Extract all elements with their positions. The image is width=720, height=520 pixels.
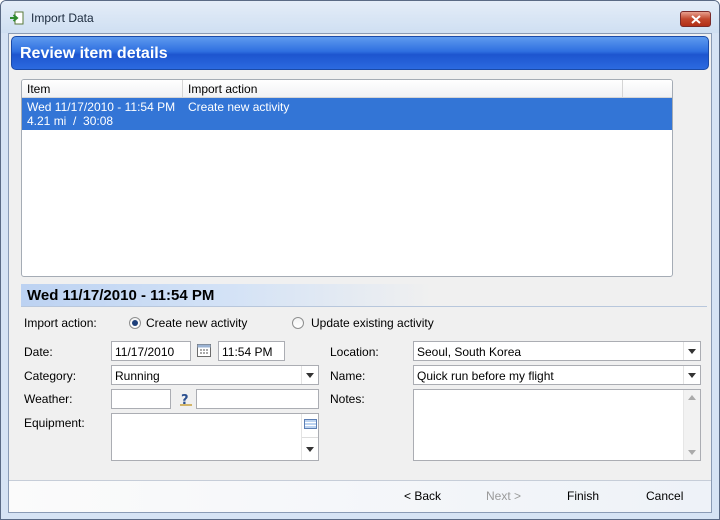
details-title: Wed 11/17/2010 - 11:54 PM <box>27 287 215 304</box>
dialog-client: Review item details Item Import action W… <box>8 33 712 513</box>
time-value: 11:54 PM <box>222 345 273 359</box>
page-title: Review item details <box>20 45 168 62</box>
svg-text:?: ? <box>181 393 189 406</box>
create-new-activity-radio[interactable] <box>129 317 141 329</box>
column-header-item[interactable]: Item <box>27 82 50 96</box>
category-label: Category: <box>24 369 77 383</box>
item-date-cell: Wed 11/17/2010 - 11:54 PM <box>27 100 176 114</box>
details-section-header: Wed 11/17/2010 - 11:54 PM <box>21 284 707 306</box>
chevron-down-icon[interactable] <box>306 447 314 452</box>
location-label: Location: <box>330 345 379 359</box>
chevron-down-icon[interactable] <box>301 366 318 384</box>
list-item[interactable]: Wed 11/17/2010 - 11:54 PM 4.21 mi / 30:0… <box>22 98 672 130</box>
notes-scrollbar[interactable] <box>683 390 700 460</box>
weather-label: Weather: <box>24 392 73 406</box>
chevron-down-icon[interactable] <box>683 366 700 384</box>
equipment-label: Equipment: <box>24 416 85 430</box>
cancel-button[interactable]: Cancel <box>646 489 683 503</box>
notes-textarea[interactable] <box>413 389 701 461</box>
time-field[interactable]: 11:54 PM <box>218 341 285 361</box>
update-existing-activity-label[interactable]: Update existing activity <box>311 316 434 330</box>
close-icon <box>691 15 701 24</box>
import-items-list[interactable]: Item Import action Wed 11/17/2010 - 11:5… <box>21 79 673 277</box>
title-bar[interactable]: Import Data <box>1 1 719 33</box>
weather-notes-field[interactable] <box>196 389 319 409</box>
column-header-import-action[interactable]: Import action <box>188 82 257 96</box>
equipment-list-icon[interactable] <box>304 419 317 429</box>
scroll-up-icon[interactable] <box>688 395 696 400</box>
update-existing-activity-radio[interactable] <box>292 317 304 329</box>
finish-button[interactable]: Finish <box>567 489 599 503</box>
category-select[interactable]: Running <box>111 365 319 385</box>
list-header: Item Import action <box>22 80 672 98</box>
name-label: Name: <box>330 369 366 383</box>
location-select[interactable]: Seoul, South Korea <box>413 341 701 361</box>
column-separator[interactable] <box>182 80 183 98</box>
location-value: Seoul, South Korea <box>417 345 522 359</box>
date-value: 11/17/2010 <box>115 345 175 359</box>
header-banner: Review item details <box>11 36 709 70</box>
scroll-down-icon[interactable] <box>688 450 696 455</box>
import-action-label: Import action: <box>24 316 97 330</box>
import-data-window: Import Data Review item details Item Imp… <box>0 0 720 520</box>
equipment-controls <box>301 414 318 460</box>
name-value: Quick run before my flight <box>417 369 554 383</box>
weather-temperature-field[interactable] <box>111 389 171 409</box>
close-button[interactable] <box>680 11 711 27</box>
create-new-activity-label[interactable]: Create new activity <box>146 316 247 330</box>
column-separator[interactable] <box>622 80 623 98</box>
weather-condition-icon[interactable]: ? <box>179 392 193 408</box>
equipment-field[interactable] <box>111 413 319 461</box>
calendar-icon[interactable] <box>196 342 212 358</box>
back-button[interactable]: < Back <box>404 489 441 503</box>
chevron-down-icon[interactable] <box>683 342 700 360</box>
name-field[interactable]: Quick run before my flight <box>413 365 701 385</box>
date-label: Date: <box>24 345 53 359</box>
item-distance-cell: 4.21 mi / 30:08 <box>27 114 114 128</box>
window-title: Import Data <box>31 11 94 25</box>
item-action-cell: Create new activity <box>188 100 290 114</box>
equipment-divider <box>302 437 318 438</box>
next-button[interactable]: Next > <box>486 489 521 503</box>
date-field[interactable]: 11/17/2010 <box>111 341 191 361</box>
notes-label: Notes: <box>330 392 365 406</box>
dialog-footer: < Back Next > Finish Cancel <box>9 480 711 512</box>
category-value: Running <box>115 369 160 383</box>
section-divider <box>21 306 707 307</box>
import-arrow-icon <box>10 11 24 25</box>
